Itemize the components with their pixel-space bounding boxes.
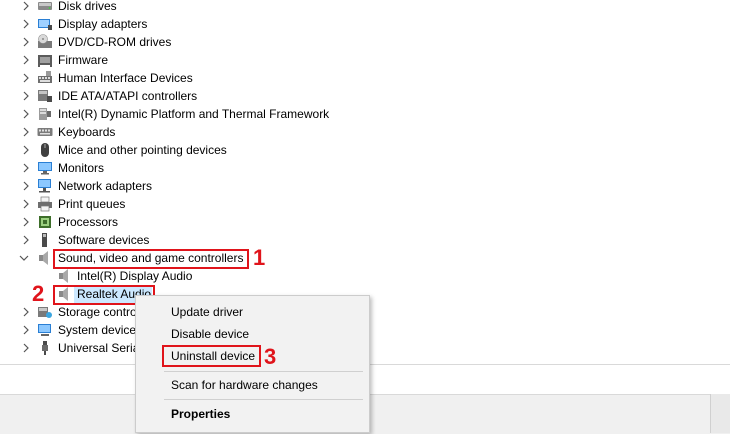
hid-icon bbox=[37, 70, 53, 86]
ide-controller-icon bbox=[37, 88, 53, 104]
tree-item-label: Keyboards bbox=[58, 125, 116, 139]
tree-item-monitors[interactable]: Monitors bbox=[0, 159, 400, 177]
tree-item-human-interface-devices[interactable]: Human Interface Devices bbox=[0, 69, 400, 87]
tree-item-network-adapters[interactable]: Network adapters bbox=[0, 177, 400, 195]
chevron-right-icon[interactable] bbox=[19, 195, 33, 213]
chevron-right-icon[interactable] bbox=[19, 159, 33, 177]
tree-item-display-adapters[interactable]: Display adapters bbox=[0, 15, 400, 33]
chevron-right-icon[interactable] bbox=[19, 177, 33, 195]
monitor-icon bbox=[37, 160, 53, 176]
tree-item-label: Processors bbox=[58, 215, 119, 229]
tree-item-label: Universal Seria bbox=[58, 341, 140, 355]
menu-item-update-driver[interactable]: Update driver bbox=[171, 302, 243, 322]
processor-icon bbox=[37, 214, 53, 230]
tree-item-label: System devices bbox=[58, 323, 143, 337]
annotation-box-uninstall-device bbox=[162, 345, 261, 367]
annotation-step-2: 2 bbox=[32, 281, 45, 306]
tree-item-processors[interactable]: Processors bbox=[0, 213, 400, 231]
tree-item-label: Mice and other pointing devices bbox=[58, 143, 227, 157]
tree-item-intel-display-audio[interactable]: Intel(R) Display Audio bbox=[0, 267, 400, 285]
storage-icon bbox=[37, 304, 53, 320]
tree-item-label: Storage contro bbox=[58, 305, 137, 319]
printer-icon bbox=[37, 196, 53, 212]
tree-item-intel-dynamic-platform[interactable]: Intel(R) Dynamic Platform and Thermal Fr… bbox=[0, 105, 400, 123]
tree-item-dvd-cdrom-drives[interactable]: DVD/CD-ROM drives bbox=[0, 33, 400, 51]
tree-item-label: Network adapters bbox=[58, 179, 153, 193]
annotation-step-1: 1 bbox=[253, 245, 266, 270]
chevron-right-icon[interactable] bbox=[19, 15, 33, 33]
tree-item-firmware[interactable]: Firmware bbox=[0, 51, 400, 69]
chip-icon bbox=[37, 106, 53, 122]
annotation-box-sound-controllers bbox=[53, 249, 249, 269]
menu-separator bbox=[164, 371, 363, 372]
menu-item-disable-device[interactable]: Disable device bbox=[171, 324, 249, 344]
network-adapter-icon bbox=[37, 178, 53, 194]
chevron-right-icon[interactable] bbox=[19, 33, 33, 51]
menu-item-properties[interactable]: Properties bbox=[171, 404, 230, 424]
disk-drive-icon bbox=[37, 0, 53, 14]
chevron-right-icon[interactable] bbox=[19, 87, 33, 105]
chevron-right-icon[interactable] bbox=[19, 339, 33, 357]
tree-item-keyboards[interactable]: Keyboards bbox=[0, 123, 400, 141]
chevron-right-icon[interactable] bbox=[19, 51, 33, 69]
tree-item-disk-drives[interactable]: Disk drives bbox=[0, 0, 400, 15]
system-device-icon bbox=[37, 322, 53, 338]
speaker-icon bbox=[57, 268, 73, 284]
menu-separator bbox=[164, 399, 363, 400]
chevron-right-icon[interactable] bbox=[19, 213, 33, 231]
tree-item-label: Monitors bbox=[58, 161, 105, 175]
chevron-right-icon[interactable] bbox=[19, 0, 33, 15]
tree-item-ide-ata-atapi-controllers[interactable]: IDE ATA/ATAPI controllers bbox=[0, 87, 400, 105]
chevron-right-icon[interactable] bbox=[19, 105, 33, 123]
tree-item-label: IDE ATA/ATAPI controllers bbox=[58, 89, 198, 103]
tree-item-print-queues[interactable]: Print queues bbox=[0, 195, 400, 213]
usb-icon bbox=[37, 340, 53, 356]
speaker-icon bbox=[37, 250, 53, 266]
tree-item-label: Disk drives bbox=[58, 0, 117, 13]
display-adapter-icon bbox=[37, 16, 53, 32]
annotation-step-3: 3 bbox=[264, 344, 277, 369]
mouse-icon bbox=[37, 142, 53, 158]
tree-item-mice[interactable]: Mice and other pointing devices bbox=[0, 141, 400, 159]
tree-item-label: Software devices bbox=[58, 233, 150, 247]
tree-item-label: Display adapters bbox=[58, 17, 148, 31]
menu-item-scan-hardware-changes[interactable]: Scan for hardware changes bbox=[171, 375, 318, 395]
tree-item-label: Print queues bbox=[58, 197, 126, 211]
keyboard-icon bbox=[37, 124, 53, 140]
dvd-drive-icon bbox=[37, 34, 53, 50]
tree-item-label: Intel(R) Display Audio bbox=[77, 269, 193, 283]
tree-item-label: Intel(R) Dynamic Platform and Thermal Fr… bbox=[58, 107, 330, 121]
chevron-right-icon[interactable] bbox=[19, 69, 33, 87]
tree-item-label: Human Interface Devices bbox=[58, 71, 193, 85]
tree-item-label: DVD/CD-ROM drives bbox=[58, 35, 172, 49]
software-device-icon bbox=[37, 232, 53, 248]
chevron-right-icon[interactable] bbox=[19, 321, 33, 339]
tree-item-software-devices[interactable]: Software devices bbox=[0, 231, 400, 249]
chevron-right-icon[interactable] bbox=[19, 231, 33, 249]
firmware-icon bbox=[37, 52, 53, 68]
chevron-right-icon[interactable] bbox=[19, 123, 33, 141]
chevron-right-icon[interactable] bbox=[19, 303, 33, 321]
tree-item-label: Firmware bbox=[58, 53, 108, 67]
chevron-down-icon[interactable] bbox=[17, 249, 31, 267]
status-bar-grip bbox=[710, 394, 730, 433]
chevron-right-icon[interactable] bbox=[19, 141, 33, 159]
